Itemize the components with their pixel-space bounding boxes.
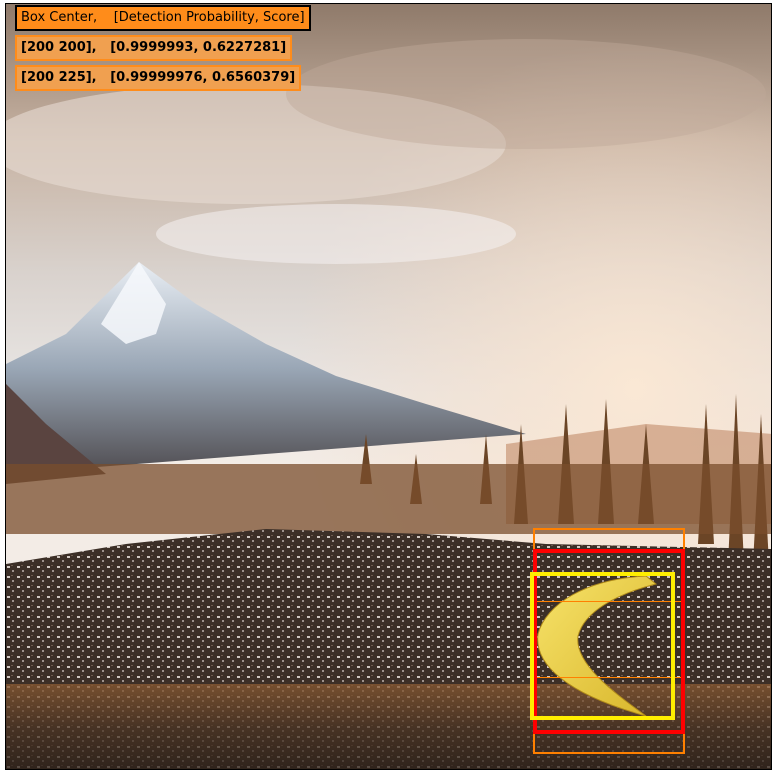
legend-header: Box Center, [Detection Probability, Scor… <box>15 5 311 31</box>
legend-row: [200 225], [0.99999976, 0.6560379] <box>15 65 302 91</box>
legend-row: [200 200], [0.9999993, 0.6227281] <box>15 35 293 61</box>
landscape-image <box>5 3 772 770</box>
detection-box-yellow <box>530 572 675 720</box>
